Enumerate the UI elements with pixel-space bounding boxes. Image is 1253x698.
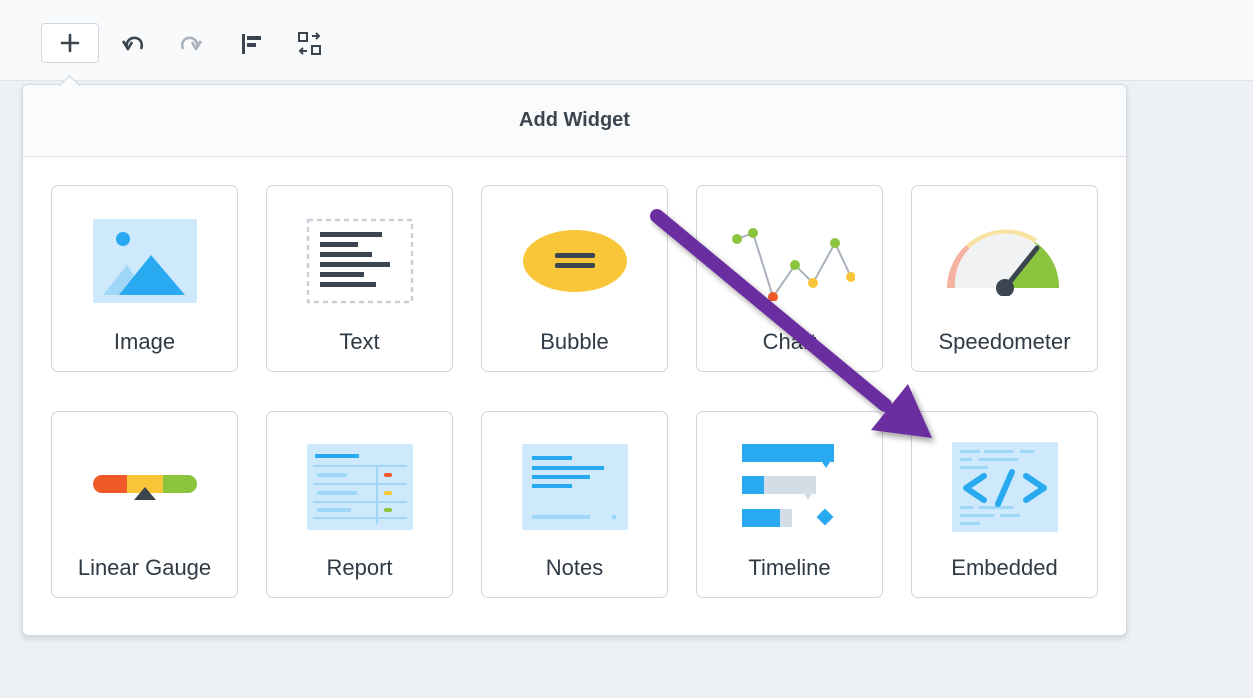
- widget-tile-linear-gauge[interactable]: Linear Gauge: [51, 411, 238, 598]
- redo-icon: [180, 36, 203, 51]
- widget-tile-embedded[interactable]: Embedded: [911, 411, 1098, 598]
- widget-label: Notes: [545, 555, 604, 580]
- widget-label: Speedometer: [938, 329, 1071, 354]
- widget-tile-timeline[interactable]: Timeline: [696, 411, 883, 598]
- widget-label: Timeline: [748, 555, 831, 580]
- report-icon: [267, 432, 452, 542]
- timeline-icon: [697, 432, 882, 542]
- widget-label: Text: [339, 329, 380, 354]
- undo-icon: [121, 36, 144, 51]
- speedometer-icon: [912, 206, 1097, 316]
- undo-button[interactable]: [118, 24, 150, 64]
- toolbar: [0, 0, 1253, 81]
- widget-tile-text[interactable]: Text: [266, 185, 453, 372]
- widget-tile-report[interactable]: Report: [266, 411, 453, 598]
- widget-tile-bubble[interactable]: Bubble: [481, 185, 668, 372]
- add-widget-button[interactable]: [41, 23, 99, 63]
- swap-layout-icon: [298, 32, 321, 55]
- widget-label: Linear Gauge: [77, 555, 212, 580]
- widget-label: Report: [326, 555, 393, 580]
- arrange-button[interactable]: [294, 24, 326, 64]
- line-chart-icon: [697, 206, 882, 316]
- image-icon: [52, 206, 237, 316]
- widget-tile-speedometer[interactable]: Speedometer: [911, 185, 1098, 372]
- align-left-icon: [242, 34, 261, 54]
- widget-label: Bubble: [540, 329, 609, 354]
- redo-button[interactable]: [174, 24, 206, 64]
- add-widget-panel: Add Widget Image Text Bubble Chart Speed…: [22, 84, 1127, 636]
- bubble-icon: [482, 206, 667, 316]
- text-icon: [267, 206, 452, 316]
- align-button[interactable]: [236, 24, 268, 64]
- widget-tile-notes[interactable]: Notes: [481, 411, 668, 598]
- linear-gauge-icon: [52, 432, 237, 542]
- widget-tile-chart[interactable]: Chart: [696, 185, 883, 372]
- plus-icon: [60, 33, 80, 53]
- widget-label: Embedded: [951, 555, 1058, 580]
- widget-tile-image[interactable]: Image: [51, 185, 238, 372]
- widget-label: Chart: [762, 329, 817, 354]
- panel-title: Add Widget: [23, 85, 1126, 157]
- widget-label: Image: [113, 329, 176, 354]
- embedded-code-icon: [912, 432, 1097, 542]
- notes-icon: [482, 432, 667, 542]
